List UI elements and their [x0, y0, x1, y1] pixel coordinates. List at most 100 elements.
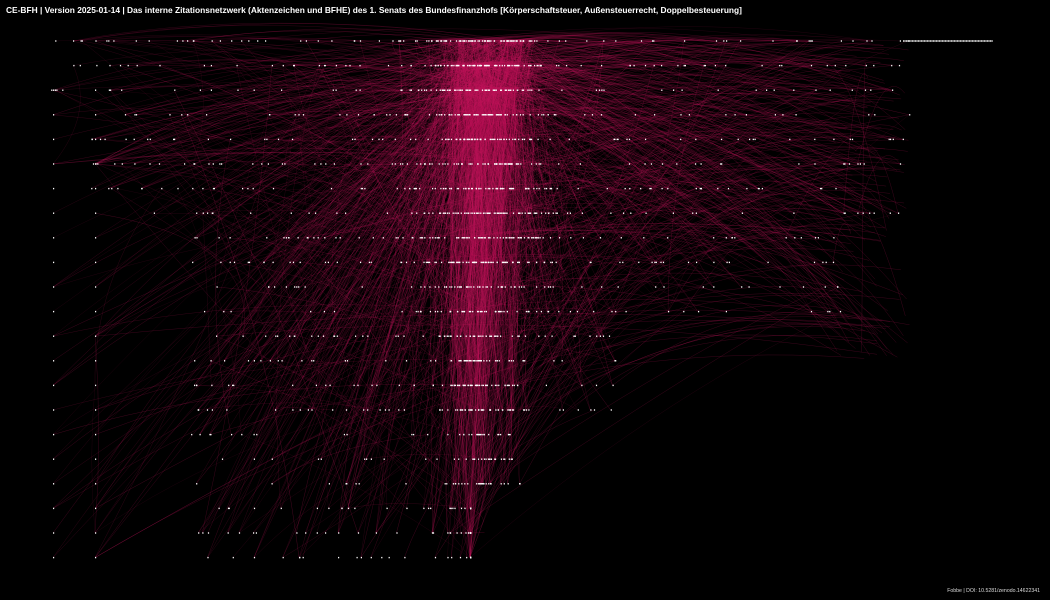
- decision-node: [824, 286, 826, 288]
- decision-node: [202, 187, 204, 190]
- decision-node: [500, 187, 502, 190]
- decision-node: [441, 138, 443, 141]
- decision-node: [477, 360, 479, 362]
- decision-node: [843, 212, 845, 214]
- decision-node: [297, 237, 299, 239]
- decision-node: [507, 433, 509, 436]
- decision-node: [95, 360, 97, 362]
- decision-node: [355, 89, 357, 91]
- decision-node: [434, 556, 437, 559]
- decision-node: [537, 138, 539, 141]
- decision-node: [489, 237, 491, 239]
- decision-node: [922, 40, 924, 42]
- decision-node: [532, 237, 535, 239]
- decision-node: [506, 114, 508, 116]
- decision-node: [503, 40, 505, 42]
- decision-node: [53, 237, 55, 239]
- decision-node: [353, 384, 355, 387]
- decision-node: [955, 40, 957, 42]
- decision-node: [497, 433, 499, 436]
- decision-node: [492, 187, 494, 190]
- decision-node: [386, 114, 388, 116]
- decision-node: [444, 237, 446, 239]
- decision-node: [507, 409, 509, 411]
- decision-node: [465, 261, 467, 264]
- decision-node: [469, 40, 471, 42]
- decision-node: [362, 335, 364, 337]
- decision-node: [577, 409, 579, 411]
- decision-node: [472, 64, 474, 67]
- decision-node: [472, 212, 474, 214]
- decision-node: [504, 286, 506, 288]
- decision-node: [945, 40, 947, 42]
- decision-node: [467, 40, 470, 42]
- decision-node: [633, 64, 635, 67]
- decision-node: [399, 40, 401, 42]
- decision-node: [473, 114, 475, 116]
- decision-node: [494, 384, 496, 387]
- decision-node: [515, 64, 517, 67]
- decision-node: [507, 40, 509, 42]
- decision-node: [500, 40, 502, 42]
- decision-node: [447, 556, 449, 559]
- decision-node: [496, 237, 498, 239]
- decision-node: [857, 163, 859, 165]
- decision-node: [210, 360, 212, 362]
- decision-node: [593, 310, 595, 313]
- decision-node: [495, 335, 497, 337]
- decision-node: [470, 310, 472, 313]
- decision-node: [411, 286, 413, 288]
- decision-node: [355, 483, 357, 485]
- decision-node: [415, 138, 417, 141]
- decision-node: [544, 335, 546, 337]
- decision-node: [412, 237, 414, 239]
- decision-node: [546, 187, 548, 190]
- decision-node: [423, 507, 425, 510]
- decision-node: [411, 212, 413, 214]
- decision-node: [595, 384, 598, 387]
- decision-node: [528, 64, 530, 67]
- decision-node: [338, 532, 340, 534]
- decision-node: [471, 187, 473, 190]
- decision-node: [599, 237, 602, 239]
- citation-edge: [480, 98, 894, 484]
- decision-node: [817, 237, 819, 239]
- decision-node: [481, 483, 483, 485]
- decision-node: [622, 261, 624, 264]
- decision-node: [505, 138, 508, 141]
- decision-node: [449, 187, 451, 190]
- decision-node: [734, 237, 736, 239]
- decision-node: [483, 409, 485, 411]
- decision-node: [506, 163, 508, 165]
- decision-node: [370, 261, 372, 264]
- decision-node: [253, 360, 255, 362]
- decision-node: [460, 507, 463, 510]
- decision-node: [795, 114, 797, 116]
- decision-node: [461, 163, 463, 165]
- decision-node: [277, 335, 279, 337]
- decision-node: [345, 64, 347, 67]
- decision-node: [95, 335, 97, 337]
- decision-node: [582, 237, 584, 239]
- decision-node: [851, 89, 853, 91]
- decision-node: [367, 335, 369, 337]
- decision-node: [851, 138, 854, 141]
- decision-node: [493, 237, 495, 239]
- decision-node: [241, 40, 243, 42]
- decision-node: [439, 89, 441, 91]
- decision-node: [523, 237, 526, 239]
- decision-node: [495, 163, 497, 165]
- network-graph: [51, 22, 993, 559]
- decision-node: [483, 360, 485, 362]
- decision-node: [468, 261, 470, 264]
- decision-node: [421, 237, 423, 239]
- decision-node: [488, 360, 491, 362]
- decision-node: [899, 40, 901, 42]
- decision-node: [525, 187, 527, 190]
- decision-node: [574, 335, 576, 337]
- decision-node: [494, 458, 496, 460]
- decision-node: [371, 138, 374, 141]
- decision-node: [603, 40, 605, 42]
- decision-node: [403, 409, 405, 411]
- decision-node: [489, 187, 491, 190]
